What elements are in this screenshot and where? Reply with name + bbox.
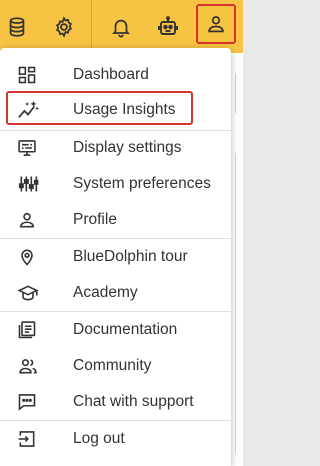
assistant-button[interactable] <box>148 7 188 47</box>
documentation-icon <box>17 320 37 340</box>
menu-item-label: Documentation <box>73 321 178 338</box>
background-divider <box>235 73 236 113</box>
user-dropdown-menu: Dashboard Usage Insights Display setting… <box>0 48 231 466</box>
user-menu-button[interactable] <box>196 4 236 44</box>
menu-item-label: Dashboard <box>73 66 149 83</box>
settings-button[interactable] <box>44 7 84 47</box>
display-settings-icon <box>17 138 37 158</box>
menu-item-academy[interactable]: Academy <box>0 275 231 311</box>
menu-item-label: Log out <box>73 430 125 447</box>
menu-item-label: Community <box>73 357 152 374</box>
menu-item-label: Chat with support <box>73 393 194 410</box>
location-pin-icon <box>17 247 37 267</box>
graduation-cap-icon <box>17 283 39 303</box>
app-root: Dashboard Usage Insights Display setting… <box>0 0 243 466</box>
menu-item-log-out[interactable]: Log out <box>0 421 231 457</box>
top-toolbar <box>0 0 243 53</box>
menu-item-label: System preferences <box>73 175 211 192</box>
robot-icon <box>156 15 180 39</box>
user-icon <box>205 13 227 35</box>
menu-item-documentation[interactable]: Documentation <box>0 312 231 348</box>
menu-item-label: Profile <box>73 211 117 228</box>
menu-item-bluedolphin-tour[interactable]: BlueDolphin tour <box>0 239 231 275</box>
menu-item-label: BlueDolphin tour <box>73 248 188 265</box>
menu-item-profile[interactable]: Profile <box>0 202 231 238</box>
menu-item-system-preferences[interactable]: System preferences <box>0 166 231 202</box>
menu-item-chat-with-support[interactable]: Chat with support <box>0 384 231 420</box>
bell-icon <box>110 16 132 38</box>
logout-icon <box>17 429 37 449</box>
background-divider <box>235 153 236 453</box>
menu-item-community[interactable]: Community <box>0 348 231 384</box>
person-icon <box>17 210 37 230</box>
database-icon <box>6 16 28 38</box>
gear-icon <box>53 16 75 38</box>
community-icon <box>17 356 37 376</box>
menu-item-label: Academy <box>73 284 138 301</box>
toolbar-divider <box>91 0 92 53</box>
sliders-icon <box>17 174 39 194</box>
database-button[interactable] <box>0 7 37 47</box>
notifications-button[interactable] <box>101 7 141 47</box>
highlight-box <box>6 91 193 125</box>
menu-item-dashboard[interactable]: Dashboard <box>0 57 231 93</box>
dashboard-icon <box>17 65 37 85</box>
chat-icon <box>17 392 37 412</box>
menu-item-display-settings[interactable]: Display settings <box>0 130 231 166</box>
menu-item-label: Display settings <box>73 139 182 156</box>
